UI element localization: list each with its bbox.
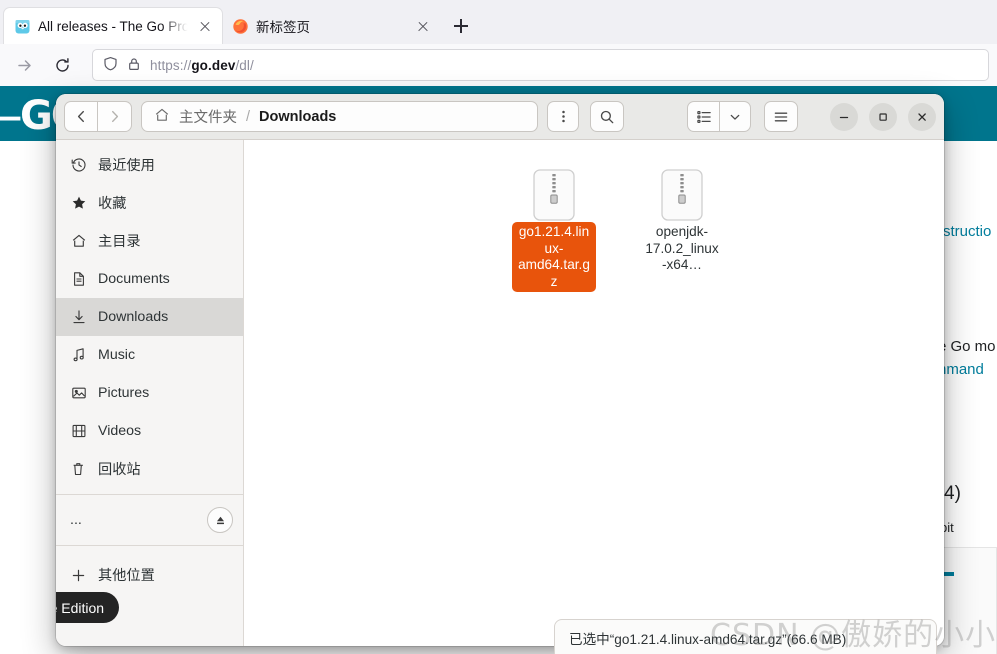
file-grid[interactable]: go1.21.4.linux-amd64.tar.gz openjdk-17.0… [244, 140, 944, 646]
page-snippet: nmand [938, 361, 984, 378]
status-bar: 已选中“go1.21.4.linux-amd64.tar.gz”(66.6 MB… [554, 619, 937, 654]
path-bar[interactable]: 主文件夹 / Downloads [141, 101, 538, 132]
tooltip: lliJ IDEA Ultimate Edition [56, 592, 120, 623]
firefox-icon [232, 18, 249, 35]
forward-button[interactable] [8, 49, 40, 81]
view-mode-group [687, 101, 751, 132]
browser-tab-bar: All releases - The Go Prog 新标签页 [0, 0, 997, 44]
file-manager-window: 主文件夹 / Downloads 最近使用 收藏 主目录 Documents D… [56, 94, 944, 646]
nav-button-group [64, 101, 132, 132]
file-name: openjdk-17.0.2_linux-x64… [645, 224, 719, 273]
forward-button[interactable] [98, 101, 132, 132]
sidebar-divider [56, 494, 243, 495]
file-item[interactable]: go1.21.4.linux-amd64.tar.gz [506, 162, 602, 293]
sidebar-item-documents[interactable]: Documents [56, 260, 243, 298]
sidebar-item-label: 主目录 [98, 234, 141, 250]
browser-nav-bar: https://go.dev/dl/ [0, 44, 997, 86]
browser-tab-0[interactable]: All releases - The Go Prog [4, 8, 222, 44]
sidebar-mount-label: ... [70, 512, 82, 528]
sidebar-item-label: Documents [98, 271, 170, 287]
file-item[interactable]: openjdk-17.0.2_linux-x64… [634, 162, 730, 276]
maximize-button[interactable] [869, 102, 897, 131]
close-icon[interactable] [414, 17, 432, 35]
file-manager-body: 最近使用 收藏 主目录 Documents Downloads Music Pi… [56, 140, 944, 646]
menu-button[interactable] [547, 101, 579, 132]
gopher-icon [14, 18, 31, 35]
breadcrumb-current[interactable]: Downloads [259, 109, 336, 125]
sidebar-item-label: 最近使用 [98, 158, 155, 174]
list-view-icon[interactable] [687, 101, 720, 132]
home-icon [154, 107, 170, 127]
plus-icon [70, 567, 87, 584]
screen: All releases - The Go Prog 新标签页 https://… [0, 0, 997, 654]
sidebar-item-label: 回收站 [98, 462, 141, 478]
page-snippet: structio [943, 223, 992, 240]
sidebar-item-music[interactable]: Music [56, 336, 243, 374]
eject-icon[interactable] [207, 507, 233, 533]
sidebar-item-label: Videos [98, 423, 142, 439]
reload-button[interactable] [46, 49, 78, 81]
download-arrow-icon [70, 309, 87, 326]
browser-tab-title: 新标签页 [256, 20, 310, 35]
film-icon [70, 423, 87, 440]
close-icon[interactable] [196, 17, 214, 35]
sidebar-item-recent[interactable]: 最近使用 [56, 146, 243, 184]
picture-icon [70, 385, 87, 402]
sidebar-item-starred[interactable]: 收藏 [56, 184, 243, 222]
breadcrumb-home[interactable]: 主文件夹 [179, 106, 237, 127]
hamburger-menu-icon[interactable] [764, 101, 798, 132]
search-button[interactable] [590, 101, 624, 132]
back-button[interactable] [64, 101, 98, 132]
url-text: https://go.dev/dl/ [150, 58, 254, 73]
sidebar: 最近使用 收藏 主目录 Documents Downloads Music Pi… [56, 140, 244, 646]
sidebar-item-label: Music [98, 347, 136, 363]
url-path: /dl/ [235, 57, 254, 73]
clock-icon [70, 157, 87, 174]
minimize-button[interactable] [830, 102, 858, 131]
sidebar-item-home[interactable]: 主目录 [56, 222, 243, 260]
sidebar-divider [56, 545, 243, 546]
new-tab-button[interactable] [446, 11, 476, 41]
shield-icon [103, 56, 118, 74]
breadcrumb-separator: / [246, 108, 251, 125]
close-button[interactable] [908, 102, 936, 131]
padlock-icon [127, 57, 141, 74]
home-icon [70, 233, 87, 250]
sidebar-item-pictures[interactable]: Pictures [56, 374, 243, 412]
sidebar-item-downloads[interactable]: Downloads [56, 298, 243, 336]
file-name: go1.21.4.linux-amd64.tar.gz [512, 222, 596, 293]
chevron-down-icon[interactable] [720, 101, 751, 132]
browser-tab-title: All releases - The Go Prog [38, 18, 189, 34]
sidebar-item-label: 收藏 [98, 196, 127, 212]
url-scheme: https:// [150, 57, 192, 73]
browser-tab-1[interactable]: 新标签页 [222, 8, 440, 44]
sidebar-item-mount[interactable]: ... [56, 501, 243, 539]
music-note-icon [70, 347, 87, 364]
sidebar-item-label: 其他位置 [98, 568, 155, 584]
star-icon [70, 195, 87, 212]
trash-icon [70, 461, 87, 478]
archive-icon [634, 162, 730, 222]
page-snippet: e Go mo [938, 338, 996, 355]
sidebar-item-label: Downloads [98, 309, 169, 325]
archive-icon [506, 162, 602, 222]
url-bar[interactable]: https://go.dev/dl/ [92, 49, 989, 81]
sidebar-item-trash[interactable]: 回收站 [56, 450, 243, 488]
document-icon [70, 271, 87, 288]
file-manager-header: 主文件夹 / Downloads [56, 94, 944, 140]
page-snippet: 4) [944, 483, 961, 504]
url-host: go.dev [191, 57, 236, 73]
sidebar-item-label: Pictures [98, 385, 150, 401]
sidebar-item-videos[interactable]: Videos [56, 412, 243, 450]
sidebar-item-other-locations[interactable]: 其他位置 [56, 556, 243, 594]
